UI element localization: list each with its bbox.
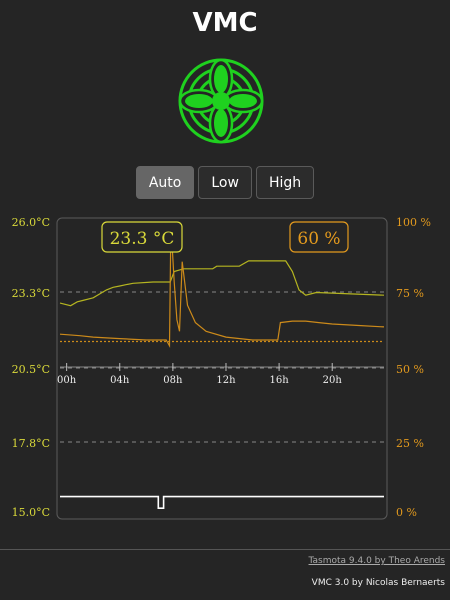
left-axis-tick-0: 26.0°C	[12, 216, 50, 229]
mode-high-button[interactable]: High	[255, 166, 315, 199]
fan-icon[interactable]	[175, 55, 267, 147]
left-axis-tick-4: 15.0°C	[12, 506, 50, 519]
mode-auto-button[interactable]: Auto	[135, 166, 195, 199]
mode-selector: Auto Low High	[0, 166, 450, 199]
series-line-temperature-line	[59, 260, 385, 307]
left-axis-tick-2: 20.5°C	[12, 363, 50, 376]
x-tick-label: 12h	[216, 375, 236, 386]
humidity-readout: 60 %	[289, 221, 349, 253]
mode-low-button[interactable]: Low	[198, 166, 252, 199]
x-tick-label: 00h	[57, 375, 77, 386]
right-axis-tick-4: 0 %	[396, 506, 417, 519]
left-axis-tick-1: 23.3°C	[12, 287, 50, 300]
right-axis-tick-2: 50 %	[396, 363, 424, 376]
x-tick-label: 20h	[323, 375, 343, 386]
left-axis-tick-3: 17.8°C	[12, 437, 50, 450]
right-axis-tick-3: 25 %	[396, 437, 424, 450]
temperature-readout: 23.3 °C	[101, 221, 183, 253]
temperature-value: 23.3 °C	[110, 229, 175, 249]
page-title: VMC	[192, 8, 258, 38]
footer-divider	[0, 549, 450, 550]
x-tick-label: 16h	[270, 375, 290, 386]
x-tick-label: 04h	[110, 375, 130, 386]
time-axis: 00h 04h 08h 12h 16h 20h	[57, 363, 384, 386]
vmc-credit: VMC 3.0 by Nicolas Bernaerts	[311, 578, 445, 588]
series-line-fan-speed	[60, 495, 384, 510]
right-axis-tick-0: 100 %	[396, 216, 431, 229]
tasmota-credit-link[interactable]: Tasmota 9.4.0 by Theo Arends	[309, 556, 445, 566]
humidity-value: 60 %	[297, 229, 340, 249]
x-tick-label: 08h	[163, 375, 183, 386]
history-chart: 00h 04h 08h 12h 16h 20h 26.0°C 23.3°C 20.5°C …	[12, 216, 431, 520]
right-axis-tick-1: 75 %	[396, 287, 424, 300]
